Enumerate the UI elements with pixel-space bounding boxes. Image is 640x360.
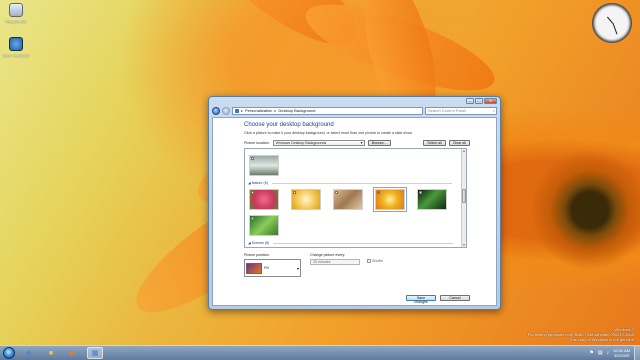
search-input[interactable]: Search Control Panel ⌕ — [425, 106, 497, 115]
control-panel-icon — [235, 108, 239, 113]
address-bar[interactable]: ▸ Personalization ▸ Desktop Background — [232, 106, 423, 115]
collapse-arrow-icon: ◢ — [248, 181, 251, 185]
collapse-arrow-icon: ◢ — [248, 241, 251, 245]
navigation-bar: ‹ › ▸ Personalization ▸ Desktop Backgrou… — [212, 106, 497, 115]
picture-location-label: Picture location: — [244, 141, 270, 145]
position-preview-image — [246, 262, 262, 274]
page-title: Choose your desktop background — [244, 122, 334, 128]
breadcrumb-personalization[interactable]: Personalization — [245, 108, 272, 114]
internet-explorer-icon[interactable]: e — [21, 347, 37, 359]
thumbnail-checkbox[interactable] — [251, 217, 254, 220]
group-header-scenes[interactable]: ◢ Scenes (6) — [248, 241, 454, 245]
gallery-scrollbar[interactable]: ▲ ▼ — [461, 149, 466, 247]
chevron-down-icon: ▾ — [296, 265, 299, 271]
picture-location-dropdown[interactable]: Windows Desktop Backgrounds — [272, 140, 365, 146]
control-panel-taskbar-icon[interactable]: ▦ — [87, 347, 103, 359]
notification-area: ⚑ ▤ ♪ 10:32 AM 3/2/2009 — [589, 348, 634, 358]
build-watermark: Windows 7 For testing purposes only. Bui… — [528, 327, 634, 342]
scrollbar-thumb[interactable] — [462, 189, 466, 203]
clock-minute-hand — [611, 22, 617, 35]
taskbar-clock[interactable]: 10:32 AM 3/2/2009 — [613, 348, 630, 358]
desktop-background-window: – □ ✕ ‹ › ▸ Personalization ▸ Desktop Ba… — [208, 96, 501, 310]
desktop-icon-send-feedback[interactable]: Send feedback — [1, 37, 31, 58]
maximize-button[interactable]: □ — [475, 98, 483, 104]
thumbnail-checkbox[interactable] — [335, 191, 338, 194]
dialog-buttons: Save changes Cancel — [406, 295, 470, 304]
thumbnail-checkbox[interactable] — [377, 191, 380, 194]
thumbnail-nature-sand[interactable] — [333, 189, 363, 210]
save-changes-button[interactable]: Save changes — [406, 295, 436, 304]
thumbnail-nature-frangipani[interactable] — [291, 189, 321, 210]
picture-location-row: Picture location: Windows Desktop Backgr… — [244, 140, 391, 146]
windows-explorer-icon[interactable]: ■ — [43, 347, 59, 359]
forward-button[interactable]: › — [222, 106, 230, 115]
thumbnail-nature-fern[interactable] — [249, 215, 279, 236]
breadcrumb-desktop-background[interactable]: Desktop Background — [278, 108, 315, 114]
media-player-icon[interactable]: ▶ — [65, 347, 81, 359]
scroll-up-icon[interactable]: ▲ — [462, 149, 466, 153]
close-button[interactable]: ✕ — [484, 98, 497, 104]
group-header-nature[interactable]: ◢ Nature (6) — [248, 181, 452, 185]
minimize-button[interactable]: – — [466, 98, 474, 104]
shuffle-checkbox[interactable] — [367, 259, 371, 263]
thumbnail-checkbox[interactable] — [419, 191, 422, 194]
group-divider — [271, 182, 452, 184]
network-icon[interactable]: ▤ — [598, 350, 603, 356]
scroll-down-icon[interactable]: ▼ — [462, 243, 466, 247]
start-button[interactable] — [3, 347, 15, 359]
content-pane: Choose your desktop background Click a p… — [212, 117, 497, 306]
change-picture-dropdown[interactable]: 30 minutes — [310, 259, 360, 265]
clear-all-button[interactable]: Clear all — [448, 140, 470, 146]
picture-gallery: ◢ Nature (6) ◢ Scenes (6) ▲ ▼ — [244, 148, 467, 248]
volume-icon[interactable]: ♪ — [607, 350, 610, 356]
clock-gadget[interactable] — [592, 3, 632, 43]
group-divider — [273, 242, 454, 244]
desktop-icon-recycle-bin[interactable]: Recycle Bin — [1, 3, 31, 24]
thumbnail-landscape[interactable] — [249, 155, 279, 176]
thumbnail-nature-flower[interactable] — [249, 189, 279, 210]
shuffle-option[interactable]: Shuffle — [367, 259, 383, 263]
select-all-button[interactable]: Select all — [423, 140, 446, 146]
page-description: Click a picture to make it your desktop … — [244, 131, 413, 135]
thumbnail-checkbox[interactable] — [251, 157, 254, 160]
picture-position-label: Picture position: — [244, 253, 270, 257]
taskbar: e ■ ▶ ▦ ⚑ ▤ ♪ 10:32 AM 3/2/2009 — [0, 345, 640, 360]
recycle-bin-icon — [9, 3, 23, 17]
selection-buttons: Select all Clear all — [423, 140, 470, 146]
action-center-flag-icon[interactable]: ⚑ — [589, 350, 593, 356]
watermark-line: This copy of Windows is not genuine — [569, 337, 634, 342]
window-controls: – □ ✕ — [466, 98, 497, 104]
back-button[interactable]: ‹ — [212, 106, 220, 115]
thumbnail-checkbox[interactable] — [293, 191, 296, 194]
change-picture-label: Change picture every: — [310, 253, 346, 257]
breadcrumb-separator-icon: ▸ — [274, 107, 277, 113]
thumbnail-nature-leaves[interactable] — [417, 189, 447, 210]
cancel-button[interactable]: Cancel — [440, 295, 470, 301]
feedback-icon — [9, 37, 23, 51]
show-desktop-button[interactable] — [634, 345, 640, 360]
thumbnail-nature-orange-flower[interactable] — [373, 187, 407, 212]
breadcrumb-separator-icon: ▸ — [241, 107, 244, 113]
browse-button[interactable]: Browse... — [367, 140, 391, 146]
thumbnail-checkbox[interactable] — [251, 191, 254, 194]
search-icon: ⌕ — [492, 107, 495, 113]
picture-position-dropdown[interactable]: Fill ▾ — [244, 259, 301, 277]
